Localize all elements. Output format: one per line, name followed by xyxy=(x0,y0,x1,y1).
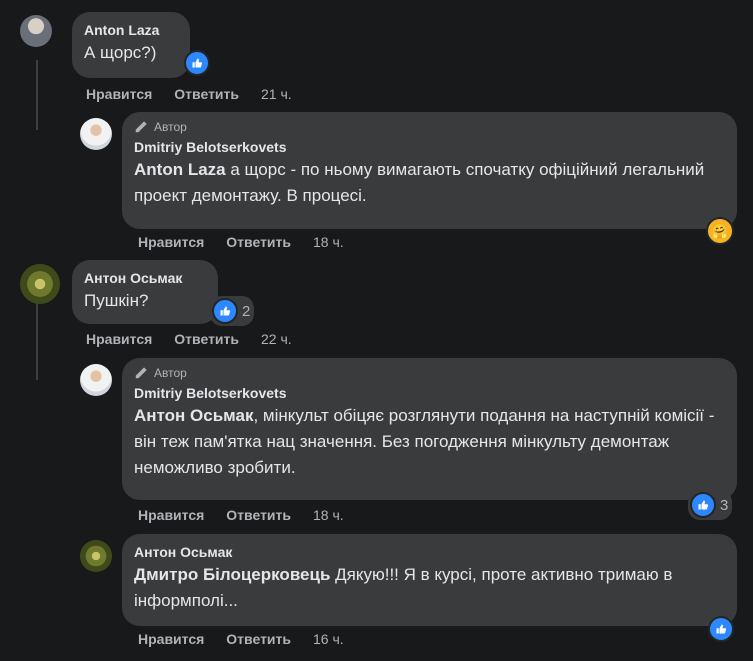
reply-button[interactable]: Ответить xyxy=(174,86,239,102)
timestamp[interactable]: 18 ч. xyxy=(313,234,344,250)
timestamp[interactable]: 18 ч. xyxy=(313,507,344,523)
like-icon xyxy=(184,50,210,76)
avatar[interactable] xyxy=(80,364,112,396)
commenter-name[interactable]: Антон Осьмак xyxy=(84,268,206,288)
timestamp[interactable]: 22 ч. xyxy=(261,331,292,347)
commenter-name[interactable]: Dmitriy Belotserkovets xyxy=(134,137,725,157)
comment-actions: Нравится Ответить 21 ч. xyxy=(86,86,292,102)
like-button[interactable]: Нравится xyxy=(86,331,152,347)
thread-line xyxy=(36,60,38,130)
reply-button[interactable]: Ответить xyxy=(226,234,291,250)
reaction-badge[interactable]: 3 xyxy=(688,490,733,520)
comment-bubble: Anton Laza А щорс?) xyxy=(72,12,190,78)
comment-actions: Нравится Ответить 16 ч. xyxy=(138,631,344,647)
avatar[interactable] xyxy=(80,118,112,150)
mention-link[interactable]: Anton Laza xyxy=(134,160,226,179)
pencil-icon xyxy=(135,367,147,379)
author-badge: Автор xyxy=(134,120,725,134)
avatar[interactable] xyxy=(80,540,112,572)
reaction-badge[interactable] xyxy=(182,48,214,78)
timestamp[interactable]: 16 ч. xyxy=(313,631,344,647)
comment-text: А щорс?) xyxy=(84,43,157,62)
author-tag-label: Автор xyxy=(154,120,187,134)
comment-actions: Нравится Ответить 18 ч. xyxy=(138,507,344,523)
like-icon xyxy=(708,616,734,642)
reply-button[interactable]: Ответить xyxy=(226,507,291,523)
commenter-name[interactable]: Dmitriy Belotserkovets xyxy=(134,383,725,403)
reaction-badge[interactable] xyxy=(706,614,738,644)
like-button[interactable]: Нравится xyxy=(138,507,204,523)
author-tag-label: Автор xyxy=(154,366,187,380)
avatar[interactable] xyxy=(20,15,52,47)
commenter-name[interactable]: Anton Laza xyxy=(84,20,178,40)
pencil-icon xyxy=(135,121,147,133)
reaction-count: 3 xyxy=(720,496,729,514)
reply-button[interactable]: Ответить xyxy=(226,631,291,647)
like-button[interactable]: Нравится xyxy=(86,86,152,102)
comment-text: Anton Laza а щорс - по ньому вимагають с… xyxy=(134,157,725,209)
reply-button[interactable]: Ответить xyxy=(174,331,239,347)
timestamp[interactable]: 21 ч. xyxy=(261,86,292,102)
comment-bubble: Автор Dmitriy Belotserkovets Антон Осьма… xyxy=(122,358,737,500)
like-button[interactable]: Нравится xyxy=(138,234,204,250)
comment-actions: Нравится Ответить 22 ч. xyxy=(86,331,292,347)
comment-actions: Нравится Ответить 18 ч. xyxy=(138,234,344,250)
reaction-count: 2 xyxy=(242,302,251,320)
comment-text: Дмитро Білоцерковець Дякую!!! Я в курсі,… xyxy=(134,562,725,614)
comment-bubble: Антон Осьмак Пушкін? xyxy=(72,260,218,324)
like-icon xyxy=(690,492,716,518)
care-icon: 🤗 xyxy=(706,217,734,245)
mention-link[interactable]: Антон Осьмак xyxy=(134,406,253,425)
author-badge: Автор xyxy=(134,366,725,380)
like-button[interactable]: Нравится xyxy=(138,631,204,647)
reaction-badge[interactable]: 2 xyxy=(210,296,255,326)
comment-text: Антон Осьмак, мінкульт обіцяє розглянути… xyxy=(134,403,725,481)
thread-line xyxy=(36,300,38,380)
comment-text: Пушкін? xyxy=(84,291,149,310)
mention-link[interactable]: Дмитро Білоцерковець xyxy=(134,565,330,584)
commenter-name[interactable]: Антон Осьмак xyxy=(134,542,725,562)
like-icon xyxy=(212,298,238,324)
comment-bubble: Автор Dmitriy Belotserkovets Anton Laza … xyxy=(122,112,737,229)
avatar[interactable] xyxy=(20,264,60,304)
comment-bubble: Антон Осьмак Дмитро Білоцерковець Дякую!… xyxy=(122,534,737,626)
reaction-badge[interactable]: 🤗 xyxy=(704,215,738,247)
